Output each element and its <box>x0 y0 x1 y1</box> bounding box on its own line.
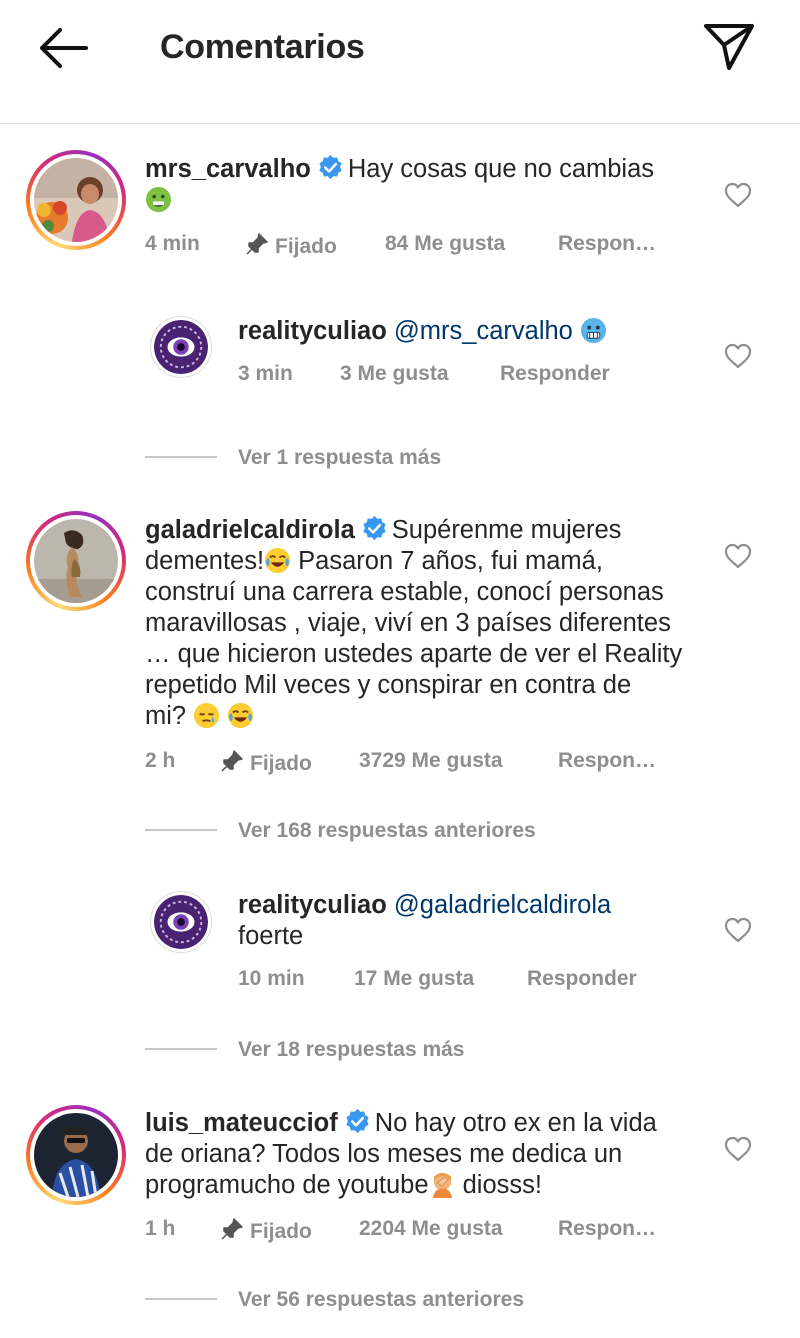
arrow-left-icon <box>40 28 88 68</box>
mention-link[interactable]: @galadrielcaldirola <box>394 891 611 919</box>
reply-button[interactable]: Respon… <box>558 749 656 773</box>
heart-icon[interactable] <box>723 541 753 571</box>
comment-message-line: Supérenme mujeres <box>391 516 622 544</box>
mention-link[interactable]: @mrs_carvalho <box>394 317 573 345</box>
divider-line <box>145 1298 217 1300</box>
reply-button[interactable]: Responder <box>527 967 637 991</box>
heart-icon[interactable] <box>723 180 753 210</box>
avatar-realityculiao[interactable] <box>150 316 212 378</box>
comment-message-line: diosss! <box>462 1171 542 1199</box>
comment-username[interactable]: realityculiao <box>238 317 387 345</box>
comment-text: mrs_carvalho Hay cosas que no cambias <box>145 154 705 216</box>
cold-face-emoji <box>580 317 606 344</box>
reply-button[interactable]: Respon… <box>558 232 656 256</box>
view-previous-replies[interactable]: Ver 56 respuestas anteriores <box>238 1288 524 1312</box>
reply-text: realityculiao @galadrielcaldirola foerte <box>238 890 708 952</box>
like-count[interactable]: 84 Me gusta <box>385 232 505 256</box>
page-title: Comentarios <box>160 28 365 66</box>
comment-time: 4 min <box>145 232 200 255</box>
comment-time: 1 h <box>145 1217 176 1240</box>
profile-photo <box>34 519 118 603</box>
comment-username[interactable]: mrs_carvalho <box>145 155 311 183</box>
nauseated-face-emoji <box>145 186 172 213</box>
comment-message-line: repetido Mil veces y conspirar en contra… <box>145 671 632 699</box>
comment-message: foerte <box>238 922 304 950</box>
view-more-replies[interactable]: Ver 18 respuestas más <box>238 1038 465 1062</box>
heart-icon[interactable] <box>723 1134 753 1164</box>
divider-line <box>145 1048 217 1050</box>
pinned-label: Fijado <box>220 749 312 776</box>
comment-username[interactable]: luis_mateucciof <box>145 1109 338 1137</box>
avatar-luis-mateucciof[interactable] <box>26 1105 126 1205</box>
reply-button[interactable]: Responder <box>500 362 610 386</box>
view-more-replies[interactable]: Ver 1 respuesta más <box>238 446 441 470</box>
divider-line <box>145 456 217 458</box>
pin-icon <box>246 233 268 255</box>
profile-photo <box>154 895 208 949</box>
avatar-galadrielcaldirola[interactable] <box>26 511 126 611</box>
avatar-mrs-carvalho[interactable] <box>26 150 126 250</box>
avatar-realityculiao[interactable] <box>150 891 212 953</box>
heart-icon[interactable] <box>723 341 753 371</box>
comment-username[interactable]: realityculiao <box>238 891 387 919</box>
comment-time: 2 h <box>145 749 176 772</box>
verified-badge-icon <box>363 515 386 541</box>
reply-button[interactable]: Respon… <box>558 1217 656 1241</box>
comment-message-line: programucho de youtube <box>145 1171 429 1199</box>
comment-time: 10 min <box>238 967 305 990</box>
pin-icon <box>221 1218 243 1240</box>
pinned-label: Fijado <box>220 1217 312 1244</box>
like-count[interactable]: 3 Me gusta <box>340 362 449 386</box>
profile-photo <box>34 1113 118 1197</box>
reply-meta: 10 min 17 Me gusta Responder <box>238 967 708 993</box>
face-with-tears-of-joy-emoji <box>265 547 291 574</box>
back-button[interactable] <box>34 24 90 72</box>
heart-icon[interactable] <box>723 915 753 945</box>
comment-message-line: dementes! <box>145 547 265 575</box>
comment-message-line: mi? <box>145 702 187 730</box>
paper-plane-icon <box>704 24 754 70</box>
comment-meta: 4 min Fijado 84 Me gusta Respon… <box>145 232 705 258</box>
view-previous-replies[interactable]: Ver 168 respuestas anteriores <box>238 819 536 843</box>
comment-text: galadrielcaldirola Supérenme mujeres deme… <box>145 515 715 732</box>
comment-message-line: de oriana? Todos los meses me dedica un <box>145 1140 623 1168</box>
comment-message: Hay cosas que no cambias <box>347 155 655 183</box>
verified-badge-icon <box>346 1108 369 1134</box>
like-count[interactable]: 17 Me gusta <box>354 967 474 991</box>
comment-meta: 1 h Fijado 2204 Me gusta Respon… <box>145 1217 705 1243</box>
sleepy-face-emoji <box>194 702 220 729</box>
like-count[interactable]: 2204 Me gusta <box>359 1217 503 1241</box>
comment-time: 3 min <box>238 362 293 385</box>
comment-text: luis_mateucciof No hay otro ex en la vida… <box>145 1108 715 1201</box>
face-with-tears-of-joy-emoji <box>228 702 254 729</box>
comment-message-line: … que hicieron ustedes aparte de ver el … <box>145 640 683 668</box>
comment-message-line: construí una carrera estable, conocí per… <box>145 578 664 606</box>
person-facepalming-emoji <box>432 1172 452 1198</box>
profile-photo <box>34 158 118 242</box>
profile-photo <box>154 320 208 374</box>
comment-username[interactable]: galadrielcaldirola <box>145 516 355 544</box>
verified-badge-icon <box>319 154 342 180</box>
comment-message-line: Pasaron 7 años, fui mamá, <box>298 547 603 575</box>
like-count[interactable]: 3729 Me gusta <box>359 749 503 773</box>
share-button[interactable] <box>702 20 756 74</box>
comment-message-line: maravillosas , viaje, viví en 3 países d… <box>145 609 671 637</box>
top-bar: Comentarios <box>0 0 800 124</box>
divider-line <box>145 829 217 831</box>
pinned-label: Fijado <box>245 232 337 259</box>
reply-meta: 3 min 3 Me gusta Responder <box>238 362 708 388</box>
comment-meta: 2 h Fijado 3729 Me gusta Respon… <box>145 749 705 775</box>
comment-message-line: No hay otro ex en la vida <box>374 1109 657 1137</box>
reply-text: realityculiao @mrs_carvalho <box>238 316 708 347</box>
pin-icon <box>221 750 243 772</box>
